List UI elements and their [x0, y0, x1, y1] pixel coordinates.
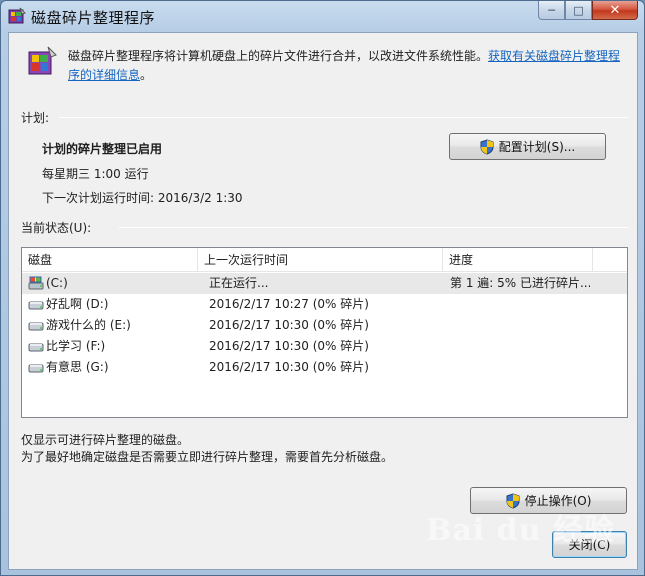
- caption-buttons: ─ □ ✕: [538, 1, 638, 21]
- disk-row-g[interactable]: 有意思 (G:) 2016/2/17 10:30 (0% 碎片): [22, 357, 627, 378]
- header-description: 磁盘碎片整理程序将计算机硬盘上的碎片文件进行合并，以改进文件系统性能。获取有关磁…: [68, 47, 628, 85]
- disk-row-c[interactable]: (C:) 正在运行... 第 1 遍: 5% 已进行碎片...: [22, 273, 627, 294]
- current-status-label: 当前状态(U):: [21, 221, 92, 235]
- description-period: 。: [140, 68, 153, 82]
- last-run-time: 正在运行...: [209, 276, 269, 290]
- last-run-time: 2016/2/17 10:27 (0% 碎片): [209, 297, 369, 311]
- system-drive-icon: [28, 276, 44, 290]
- footer-note-analyze: 为了最好地确定磁盘是否需要立即进行碎片整理，需要首先分析磁盘。: [21, 450, 394, 464]
- disk-row-f[interactable]: 比学习 (F:) 2016/2/17 10:30 (0% 碎片): [22, 336, 627, 357]
- title-bar[interactable]: 磁盘碎片整理程序 ─ □ ✕: [1, 1, 644, 31]
- close-icon: ✕: [609, 2, 621, 18]
- defrag-app-icon: [8, 7, 26, 24]
- hard-drive-icon: [28, 364, 44, 373]
- hard-drive-icon: [28, 322, 44, 331]
- disk-list[interactable]: 磁盘 上一次运行时间 进度 (C:) 正在运行... 第 1 遍: 5% 已进行…: [21, 247, 628, 418]
- uac-shield-icon: [480, 138, 494, 155]
- column-last-run[interactable]: 上一次运行时间: [198, 248, 443, 272]
- schedule-group-label: 计划:: [21, 111, 50, 125]
- next-run-time: 下一次计划运行时间: 2016/3/2 1:30: [42, 191, 243, 205]
- dialog-client-area: 磁盘碎片整理程序将计算机硬盘上的碎片文件进行合并，以改进文件系统性能。获取有关磁…: [8, 32, 638, 570]
- last-run-time: 2016/2/17 10:30 (0% 碎片): [209, 318, 369, 332]
- close-window-button[interactable]: ✕: [592, 1, 638, 20]
- disk-name: 比学习 (F:): [46, 339, 106, 353]
- configure-schedule-label: 配置计划(S)...: [498, 140, 576, 154]
- schedule-divider: [59, 117, 628, 118]
- progress-text: 第 1 遍: 5% 已进行碎片...: [450, 276, 590, 290]
- disk-name: 好乱啊 (D:): [46, 297, 109, 311]
- status-divider: [119, 227, 628, 228]
- disk-row-e[interactable]: 游戏什么的 (E:) 2016/2/17 10:30 (0% 碎片): [22, 315, 627, 336]
- configure-schedule-button[interactable]: 配置计划(S)...: [449, 133, 606, 160]
- minimize-icon: ─: [548, 3, 555, 17]
- schedule-status: 计划的碎片整理已启用: [42, 142, 163, 156]
- window-title: 磁盘碎片整理程序: [31, 9, 156, 27]
- footer-note-defraggable: 仅显示可进行碎片整理的磁盘。: [21, 433, 190, 447]
- disk-name: 有意思 (G:): [46, 360, 109, 374]
- maximize-icon: □: [573, 3, 584, 17]
- disk-row-d[interactable]: 好乱啊 (D:) 2016/2/17 10:27 (0% 碎片): [22, 294, 627, 315]
- description-text: 磁盘碎片整理程序将计算机硬盘上的碎片文件进行合并，以改进文件系统性能。: [68, 49, 489, 63]
- disk-name: (C:): [46, 276, 68, 290]
- disk-list-header: 磁盘 上一次运行时间 进度: [22, 248, 627, 272]
- maximize-button[interactable]: □: [565, 1, 592, 20]
- disk-name: 游戏什么的 (E:): [46, 318, 131, 332]
- hard-drive-icon: [28, 343, 44, 352]
- last-run-time: 2016/2/17 10:30 (0% 碎片): [209, 339, 369, 353]
- column-progress[interactable]: 进度: [443, 248, 593, 272]
- defrag-app-icon: [28, 46, 57, 75]
- defrag-window: 磁盘碎片整理程序 ─ □ ✕ 磁盘碎片整理程序将计算机硬盘上的碎片文件进行合并，…: [0, 0, 645, 576]
- hard-drive-icon: [28, 301, 44, 310]
- minimize-button[interactable]: ─: [538, 1, 565, 20]
- last-run-time: 2016/2/17 10:30 (0% 碎片): [209, 360, 369, 374]
- schedule-frequency: 每星期三 1:00 运行: [42, 167, 149, 181]
- column-disk[interactable]: 磁盘: [22, 248, 198, 272]
- baidu-watermark: Bai du 经验: [426, 513, 615, 548]
